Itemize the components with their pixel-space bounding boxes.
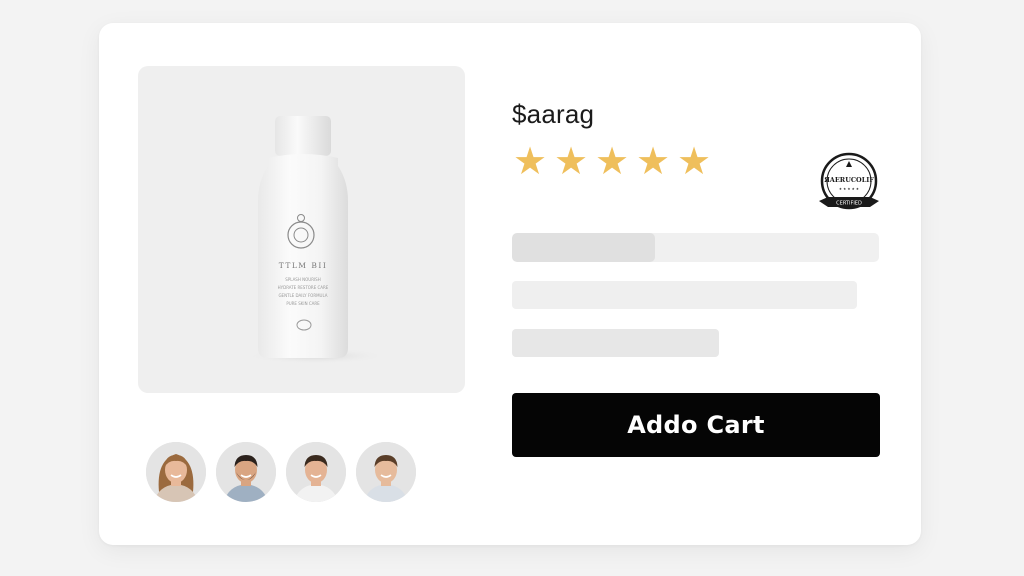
bottle-line-2: HYDRATE RESTORE CARE xyxy=(278,285,329,290)
product-card: TTLM BII SPLASH NOURISH HYDRATE RESTORE … xyxy=(99,23,921,545)
progress-bar-fill xyxy=(512,233,656,262)
add-to-cart-button[interactable]: Addo Cart xyxy=(512,393,880,457)
svg-text:★ ★ ★ ★ ★: ★ ★ ★ ★ ★ xyxy=(839,187,859,191)
badge-ribbon-text: CERTIFIED xyxy=(836,201,862,207)
product-image[interactable]: TTLM BII SPLASH NOURISH HYDRATE RESTORE … xyxy=(138,66,465,393)
placeholder-line xyxy=(512,281,857,309)
certification-badge-icon: ЯAERUCOLIF ★ ★ ★ ★ ★ CERTIFIED xyxy=(816,151,882,221)
reviewer-avatar[interactable] xyxy=(356,442,416,502)
bottle-line-4: PURE SKIN CARE xyxy=(286,301,320,306)
placeholder-line xyxy=(512,329,719,357)
reviewer-avatars xyxy=(146,442,416,502)
star-icon: ★ xyxy=(676,141,712,183)
star-icon: ★ xyxy=(553,141,589,183)
reviewer-avatar[interactable] xyxy=(216,442,276,502)
progress-bar xyxy=(512,233,879,262)
star-icon: ★ xyxy=(635,141,671,183)
bottle-illustration: TTLM BII SPLASH NOURISH HYDRATE RESTORE … xyxy=(246,116,386,364)
star-icon: ★ xyxy=(594,141,630,183)
star-icon: ★ xyxy=(512,141,548,183)
svg-text:ЯAERUCOLIF: ЯAERUCOLIF xyxy=(824,176,874,184)
bottle-title: TTLM BII xyxy=(279,261,328,270)
reviewer-avatar[interactable] xyxy=(286,442,346,502)
bottle-line-1: SPLASH NOURISH xyxy=(285,277,320,282)
reviewer-avatar[interactable] xyxy=(146,442,206,502)
bottle-line-3: GENTLE DAILY FORMULA xyxy=(278,293,327,298)
star-rating: ★ ★ ★ ★ ★ xyxy=(512,141,712,183)
product-price: $aarag xyxy=(512,99,595,129)
